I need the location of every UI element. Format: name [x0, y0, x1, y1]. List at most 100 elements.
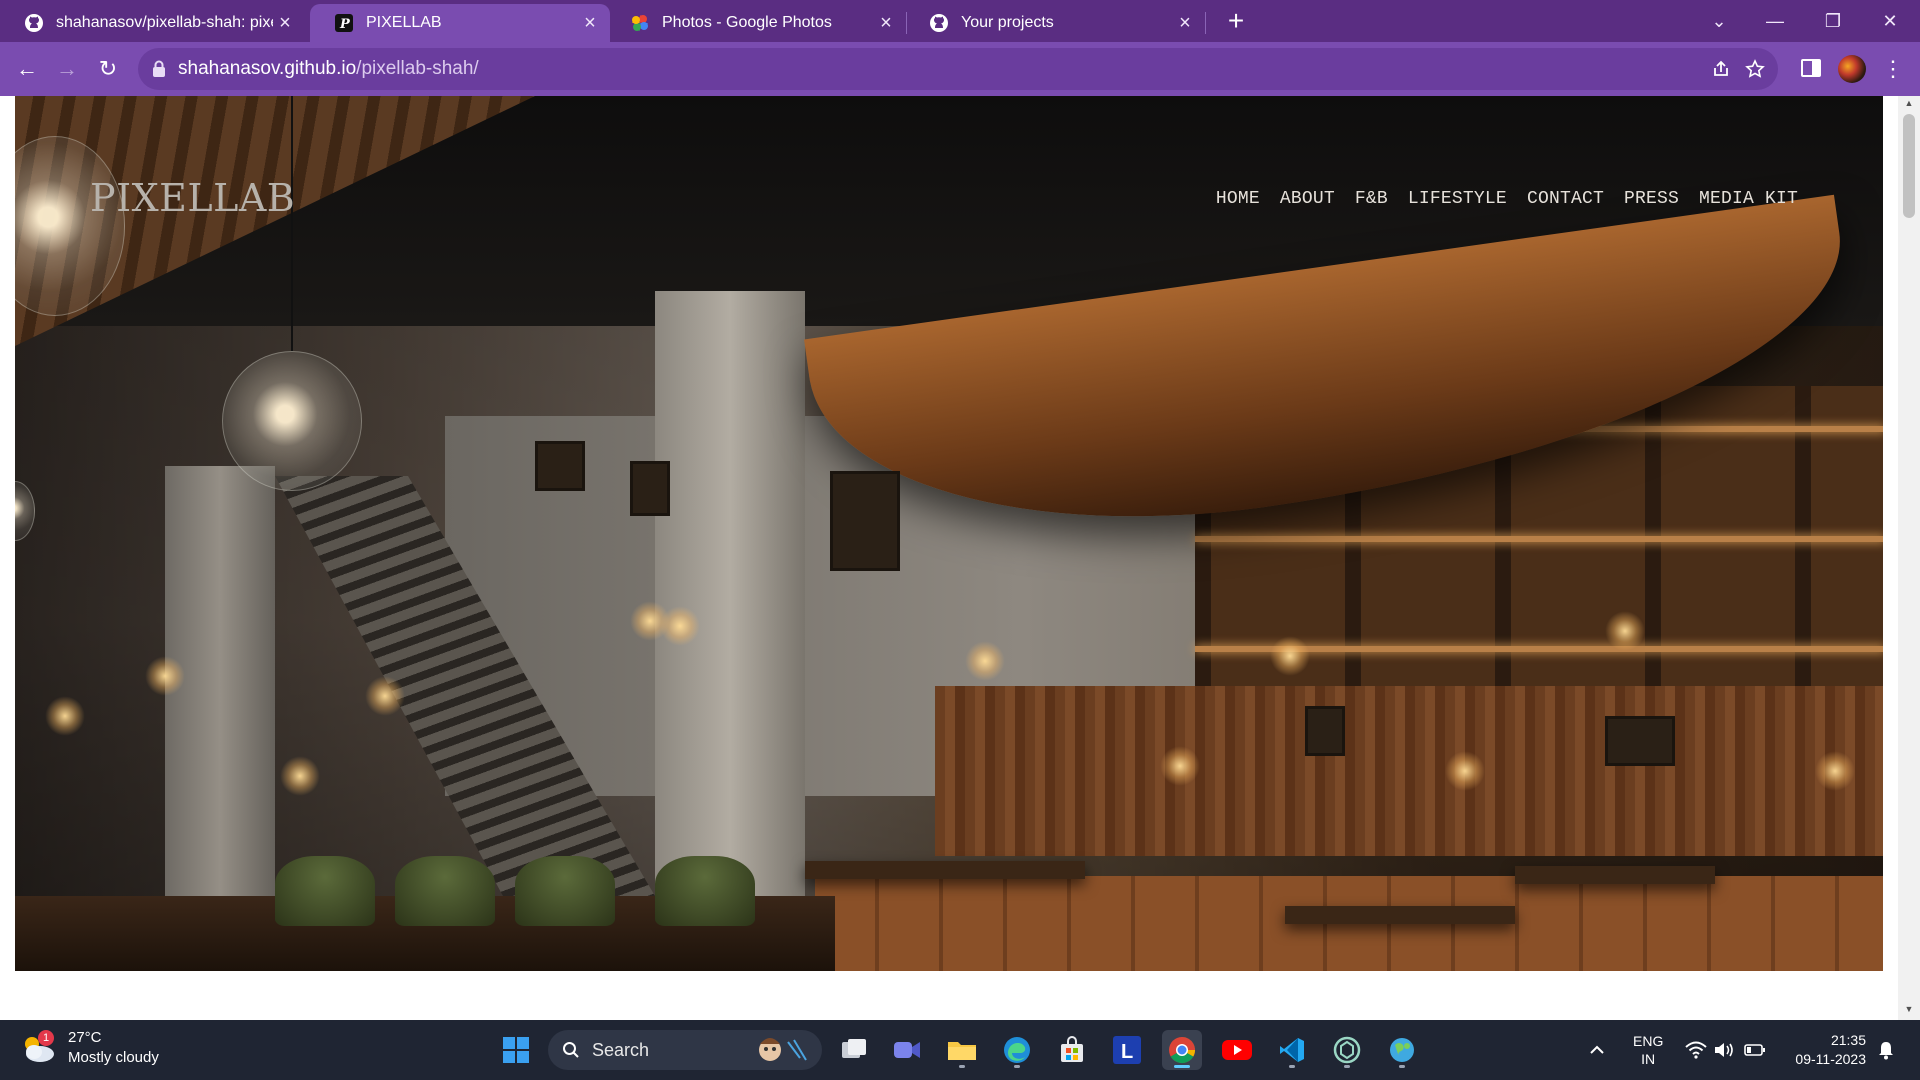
battery-icon[interactable] — [1740, 1030, 1770, 1070]
nav-about[interactable]: ABOUT — [1280, 189, 1335, 209]
address-bar[interactable]: shahanasov.github.io/pixellab-shah/ — [138, 48, 1778, 90]
hero-shelf-light — [1195, 536, 1883, 542]
youtube-icon[interactable] — [1217, 1030, 1257, 1070]
hero-light-glow — [965, 641, 1005, 681]
hero-light-glow — [280, 756, 320, 796]
hero-green-chair — [655, 856, 755, 926]
nav-lifestyle[interactable]: LIFESTYLE — [1408, 189, 1507, 209]
hero-table — [805, 861, 1085, 879]
site-nav: HOME ABOUT F&B LIFESTYLE CONTACT PRESS M… — [1216, 189, 1798, 209]
tab-your-projects[interactable]: Your projects × — [905, 4, 1205, 42]
restore-button[interactable]: ❐ — [1818, 6, 1848, 36]
site-logo[interactable]: PIXELLAB — [90, 176, 295, 220]
hero-picture-frame — [535, 441, 585, 491]
nav-home[interactable]: HOME — [1216, 189, 1260, 209]
tab-title: PIXELLAB — [366, 14, 442, 31]
tab-pixellab[interactable]: P PIXELLAB × — [310, 4, 610, 42]
scroll-up-arrow-icon[interactable]: ▲ — [1898, 98, 1920, 112]
tab-google-photos[interactable]: Photos - Google Photos × — [606, 4, 906, 42]
running-indicator — [1399, 1065, 1405, 1068]
vscode-icon[interactable] — [1272, 1030, 1312, 1070]
nav-press[interactable]: PRESS — [1624, 189, 1679, 209]
google-photos-icon — [630, 13, 650, 33]
pixellab-p-icon: P — [334, 13, 354, 33]
wifi-icon[interactable] — [1682, 1030, 1710, 1070]
close-tab-icon[interactable]: × — [273, 11, 297, 35]
tab-github-repo[interactable]: shahanasov/pixellab-shah: pixell × — [0, 4, 305, 42]
microsoft-store-icon[interactable] — [1052, 1030, 1092, 1070]
weather-desc: Mostly cloudy — [68, 1049, 159, 1066]
task-view-icon[interactable] — [834, 1030, 874, 1070]
hero-table — [1515, 866, 1715, 884]
clock-date: 09-11-2023 — [1795, 1051, 1866, 1067]
windows-start-icon[interactable] — [496, 1030, 536, 1070]
hero-green-chair — [275, 856, 375, 926]
page-scrollbar[interactable]: ▲ ▼ — [1898, 96, 1920, 1020]
nav-media-kit[interactable]: MEDIA KIT — [1699, 189, 1798, 209]
tab-search-icon[interactable]: ⌄ — [1704, 6, 1734, 36]
browser-globe-icon[interactable] — [1382, 1030, 1422, 1070]
close-window-button[interactable]: ✕ — [1875, 6, 1905, 36]
bookmark-star-icon[interactable] — [1742, 56, 1768, 82]
notification-bell-icon[interactable] — [1872, 1030, 1900, 1070]
hero-pendant-cord — [291, 96, 293, 351]
chatgpt-icon[interactable] — [1327, 1030, 1367, 1070]
taskbar-search-box[interactable]: Search — [548, 1030, 822, 1070]
lock-icon[interactable] — [152, 60, 166, 78]
close-tab-icon[interactable]: × — [1173, 11, 1197, 35]
scroll-down-arrow-icon[interactable]: ▼ — [1898, 1004, 1920, 1018]
share-icon[interactable] — [1708, 56, 1734, 82]
hero-green-chair — [395, 856, 495, 926]
nav-contact[interactable]: CONTACT — [1527, 189, 1604, 209]
nav-fnb[interactable]: F&B — [1355, 189, 1388, 209]
minimize-button[interactable]: — — [1760, 6, 1790, 36]
hero-light-glow — [1815, 751, 1855, 791]
hero-picture-frame — [1605, 716, 1675, 766]
back-button[interactable]: ← — [12, 54, 42, 84]
github-icon — [929, 13, 949, 33]
running-indicator — [1344, 1065, 1350, 1068]
url-host: shahanasov.github.io — [178, 58, 357, 79]
url-text[interactable]: shahanasov.github.io/pixellab-shah/ — [178, 58, 479, 80]
weather-widget[interactable]: 1 27°C Mostly cloudy — [20, 1028, 159, 1068]
hero-light-glow — [660, 606, 700, 646]
taskbar-clock[interactable]: 21:35 09-11-2023 — [1780, 1031, 1866, 1069]
forward-button[interactable]: → — [52, 54, 82, 84]
reload-button[interactable]: ↻ — [93, 54, 123, 84]
new-tab-button[interactable]: + — [1222, 7, 1250, 36]
hero-wood-paneling — [935, 686, 1883, 856]
tab-title: shahanasov/pixellab-shah: pixell — [56, 14, 273, 31]
scrollbar-thumb[interactable] — [1903, 114, 1915, 218]
file-explorer-icon[interactable] — [942, 1030, 982, 1070]
edge-icon[interactable] — [997, 1030, 1037, 1070]
lang-line2: IN — [1641, 1051, 1656, 1067]
hero-image: PIXELLAB HOME ABOUT F&B LIFESTYLE CONTAC… — [15, 96, 1883, 971]
hero-table — [1285, 906, 1515, 924]
close-tab-icon[interactable]: × — [874, 11, 898, 35]
running-indicator — [959, 1065, 965, 1068]
hero-light-glow — [1445, 751, 1485, 791]
input-language-indicator[interactable]: ENG IN — [1633, 1032, 1663, 1068]
hero-light-glow — [1605, 611, 1645, 651]
side-panel-icon[interactable] — [1800, 57, 1822, 79]
tab-title: Your projects — [961, 14, 1054, 31]
hero-glass-pendant — [15, 481, 35, 541]
page-viewport: PIXELLAB HOME ABOUT F&B LIFESTYLE CONTAC… — [0, 96, 1920, 1020]
cloud-sun-icon: 1 — [20, 1030, 56, 1064]
show-hidden-icons-chevron-icon[interactable] — [1582, 1030, 1612, 1070]
weather-notification-badge: 1 — [38, 1030, 54, 1046]
volume-icon[interactable] — [1710, 1030, 1738, 1070]
github-icon — [24, 13, 44, 33]
teams-meet-icon[interactable] — [887, 1030, 927, 1070]
close-tab-icon[interactable]: × — [578, 11, 602, 35]
lang-line1: ENG — [1633, 1033, 1664, 1049]
weather-temp: 27°C — [68, 1029, 102, 1046]
launcher-l-icon[interactable]: L — [1107, 1030, 1147, 1070]
hero-picture-frame — [630, 461, 670, 516]
hero-light-glow — [145, 656, 185, 696]
browser-menu-icon[interactable]: ⋮ — [1882, 54, 1904, 84]
chrome-icon[interactable] — [1162, 1030, 1202, 1070]
tab-title: Photos - Google Photos — [662, 14, 832, 31]
svg-text:L: L — [1121, 1041, 1133, 1063]
profile-avatar[interactable] — [1838, 55, 1866, 83]
